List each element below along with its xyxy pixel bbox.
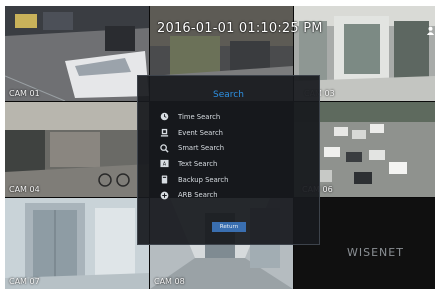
backup-icon — [160, 175, 169, 184]
camera-label-07: CAM 07 — [9, 277, 40, 286]
return-button[interactable]: Return — [212, 222, 246, 232]
camera-label-08: CAM 08 — [154, 277, 185, 286]
user-icon[interactable] — [426, 26, 435, 37]
menu-item-label: Event Search — [178, 128, 223, 137]
camera-feed-04 — [5, 102, 149, 197]
timestamp-overlay: 2016-01-01 01:10:25 PM — [157, 21, 323, 36]
brand-logo: WISENET — [347, 246, 404, 259]
clock-icon — [160, 112, 169, 121]
menu-item-backup-search[interactable]: Backup Search — [160, 172, 228, 188]
arb-icon — [160, 191, 169, 200]
menu-item-arb-search[interactable]: ARB Search — [160, 187, 228, 203]
menu-item-label: Backup Search — [178, 175, 229, 184]
search-dialog: Search Time Search Event Search Smart Se… — [137, 75, 320, 245]
menu-item-label: Time Search — [178, 112, 221, 121]
event-icon — [160, 128, 169, 137]
menu-item-time-search[interactable]: Time Search — [160, 109, 228, 125]
menu-item-text-search[interactable]: A Text Search — [160, 156, 228, 172]
dialog-title: Search — [213, 90, 244, 100]
camera-feed-07 — [5, 198, 149, 289]
menu-item-label: Text Search — [178, 159, 218, 168]
camera-tile-04[interactable]: CAM 04 — [5, 102, 149, 197]
menu-item-smart-search[interactable]: Smart Search — [160, 140, 228, 156]
menu-item-label: Smart Search — [178, 144, 225, 153]
menu-item-event-search[interactable]: Event Search — [160, 125, 228, 141]
text-search-icon: A — [160, 159, 169, 168]
smart-search-icon — [160, 143, 169, 153]
nvr-screen: CAM 01 CAM 03 — [5, 6, 435, 289]
search-menu: Time Search Event Search Smart Search A … — [160, 109, 228, 203]
camera-tile-01[interactable]: CAM 01 — [5, 6, 149, 101]
camera-tile-07[interactable]: CAM 07 — [5, 198, 149, 289]
menu-item-label: ARB Search — [178, 191, 218, 200]
camera-feed-01 — [5, 6, 149, 101]
camera-label-04: CAM 04 — [9, 185, 40, 194]
camera-label-01: CAM 01 — [9, 89, 40, 98]
